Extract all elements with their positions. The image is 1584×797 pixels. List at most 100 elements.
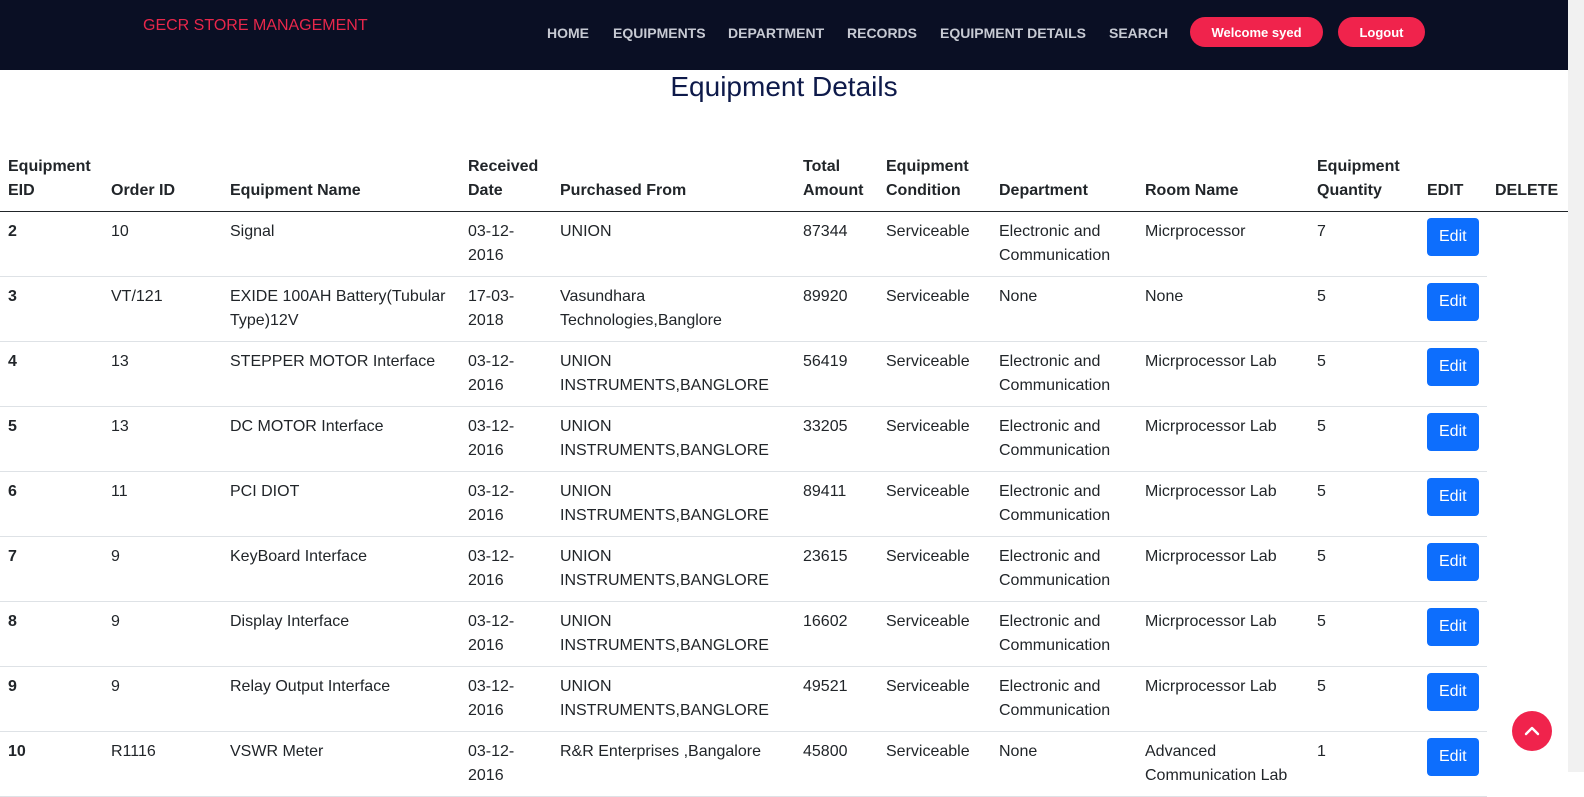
cell-received-date: 03-12-2016: [460, 731, 552, 797]
edit-button[interactable]: Edit: [1427, 478, 1479, 516]
cell-edit: Edit: [1419, 471, 1487, 537]
cell-equipment-name: DC MOTOR Interface: [222, 406, 460, 472]
edit-button[interactable]: Edit: [1427, 673, 1479, 711]
table-body: 2 10 Signal 03-12-2016 UNION 87344 Serviceable…: [0, 211, 1568, 797]
cell-department: Electronic and Communication: [991, 601, 1137, 667]
cell-delete: [1487, 472, 1568, 537]
header-order-id: Order ID: [103, 150, 222, 212]
cell-received-date: 03-12-2016: [460, 211, 552, 277]
cell-edit: Edit: [1419, 341, 1487, 407]
scroll-to-top-button[interactable]: [1512, 711, 1552, 751]
cell-equipment-name: EXIDE 100AH Battery(Tubular Type)12V: [222, 276, 460, 342]
edit-button[interactable]: Edit: [1427, 543, 1479, 581]
table-row: 9 9 Relay Output Interface 03-12-2016 UNION …: [0, 666, 1568, 732]
cell-order-id: 10: [103, 211, 222, 277]
nav-equipments-link[interactable]: EQUIPMENTS: [613, 25, 706, 41]
cell-equipment-condition: Serviceable: [878, 341, 991, 407]
chevron-up-icon: [1524, 726, 1540, 736]
cell-purchased-from: UNION INSTRUMENTS,BANGLORE: [552, 601, 795, 667]
welcome-button[interactable]: Welcome syed: [1190, 17, 1323, 47]
cell-edit: Edit: [1419, 731, 1487, 797]
header-delete: DELETE: [1487, 150, 1568, 212]
cell-department: None: [991, 731, 1137, 797]
cell-department: Electronic and Communication: [991, 666, 1137, 732]
cell-room-name: Micrprocessor Lab: [1137, 666, 1309, 732]
cell-eid: 3: [0, 276, 103, 342]
header-room-name: Room Name: [1137, 150, 1309, 212]
cell-equipment-condition: Serviceable: [878, 211, 991, 277]
cell-edit: Edit: [1419, 276, 1487, 342]
edit-button[interactable]: Edit: [1427, 283, 1479, 321]
brand-title[interactable]: GECR STORE MANAGEMENT: [143, 17, 368, 35]
cell-received-date: 03-12-2016: [460, 406, 552, 472]
table-row: 8 9 Display Interface 03-12-2016 UNION INSTR…: [0, 601, 1568, 667]
cell-purchased-from: UNION INSTRUMENTS,BANGLORE: [552, 666, 795, 732]
cell-equipment-name: PCI DIOT: [222, 471, 460, 537]
equipment-table: Equipment EID Order ID Equipment Name Re…: [0, 150, 1568, 797]
nav-department-link[interactable]: DEPARTMENT: [728, 25, 824, 41]
cell-equipment-quantity: 1: [1309, 731, 1419, 797]
cell-department: Electronic and Communication: [991, 406, 1137, 472]
cell-equipment-quantity: 7: [1309, 211, 1419, 277]
cell-delete: [1487, 212, 1568, 277]
cell-equipment-condition: Serviceable: [878, 536, 991, 602]
cell-equipment-quantity: 5: [1309, 276, 1419, 342]
edit-button[interactable]: Edit: [1427, 218, 1479, 256]
nav-home-link[interactable]: HOME: [547, 25, 589, 41]
nav-records-link[interactable]: RECORDS: [847, 25, 917, 41]
page-scrollbar[interactable]: [1568, 0, 1584, 772]
cell-received-date: 03-12-2016: [460, 471, 552, 537]
cell-received-date: 17-03-2018: [460, 276, 552, 342]
table-header-row: Equipment EID Order ID Equipment Name Re…: [0, 150, 1568, 212]
cell-equipment-quantity: 5: [1309, 406, 1419, 472]
header-purchased-from: Purchased From: [552, 150, 795, 212]
cell-eid: 8: [0, 601, 103, 667]
page-title: Equipment Details: [670, 71, 898, 102]
cell-order-id: 9: [103, 601, 222, 667]
table-row: 7 9 KeyBoard Interface 03-12-2016 UNION INST…: [0, 536, 1568, 602]
cell-purchased-from: UNION INSTRUMENTS,BANGLORE: [552, 536, 795, 602]
cell-eid: 10: [0, 731, 103, 797]
cell-room-name: None: [1137, 276, 1309, 342]
cell-purchased-from: UNION INSTRUMENTS,BANGLORE: [552, 471, 795, 537]
cell-equipment-quantity: 5: [1309, 666, 1419, 732]
edit-button[interactable]: Edit: [1427, 738, 1479, 776]
header-equipment-condition: Equipment Condition: [878, 150, 991, 212]
header-received-date: Received Date: [460, 150, 552, 212]
cell-order-id: 13: [103, 406, 222, 472]
nav-equipment-details-link[interactable]: EQUIPMENT DETAILS: [940, 25, 1086, 41]
cell-total-amount: 33205: [795, 406, 878, 472]
cell-received-date: 03-12-2016: [460, 341, 552, 407]
cell-edit: Edit: [1419, 406, 1487, 472]
cell-room-name: Micrprocessor: [1137, 211, 1309, 277]
header-edit: EDIT: [1419, 150, 1487, 212]
cell-order-id: 9: [103, 536, 222, 602]
cell-delete: [1487, 537, 1568, 602]
cell-eid: 2: [0, 211, 103, 277]
edit-button[interactable]: Edit: [1427, 413, 1479, 451]
edit-button[interactable]: Edit: [1427, 608, 1479, 646]
cell-order-id: 11: [103, 471, 222, 537]
cell-eid: 9: [0, 666, 103, 732]
cell-equipment-condition: Serviceable: [878, 471, 991, 537]
cell-edit: Edit: [1419, 211, 1487, 277]
edit-button[interactable]: Edit: [1427, 348, 1479, 386]
logout-button[interactable]: Logout: [1338, 17, 1425, 47]
cell-equipment-name: Relay Output Interface: [222, 666, 460, 732]
header-total-amount: Total Amount: [795, 150, 878, 212]
cell-total-amount: 16602: [795, 601, 878, 667]
cell-edit: Edit: [1419, 666, 1487, 732]
cell-equipment-condition: Serviceable: [878, 601, 991, 667]
cell-room-name: Micrprocessor Lab: [1137, 341, 1309, 407]
cell-department: Electronic and Communication: [991, 211, 1137, 277]
cell-equipment-quantity: 5: [1309, 341, 1419, 407]
cell-equipment-condition: Serviceable: [878, 276, 991, 342]
table-row: 2 10 Signal 03-12-2016 UNION 87344 Serviceable…: [0, 211, 1568, 277]
nav-search-link[interactable]: SEARCH: [1109, 25, 1168, 41]
cell-room-name: Micrprocessor Lab: [1137, 471, 1309, 537]
cell-department: Electronic and Communication: [991, 341, 1137, 407]
cell-equipment-name: KeyBoard Interface: [222, 536, 460, 602]
table-row: 10 R1116 VSWR Meter 03-12-2016 R&R Enterpris…: [0, 731, 1568, 797]
cell-purchased-from: UNION INSTRUMENTS,BANGLORE: [552, 341, 795, 407]
cell-order-id: 13: [103, 341, 222, 407]
